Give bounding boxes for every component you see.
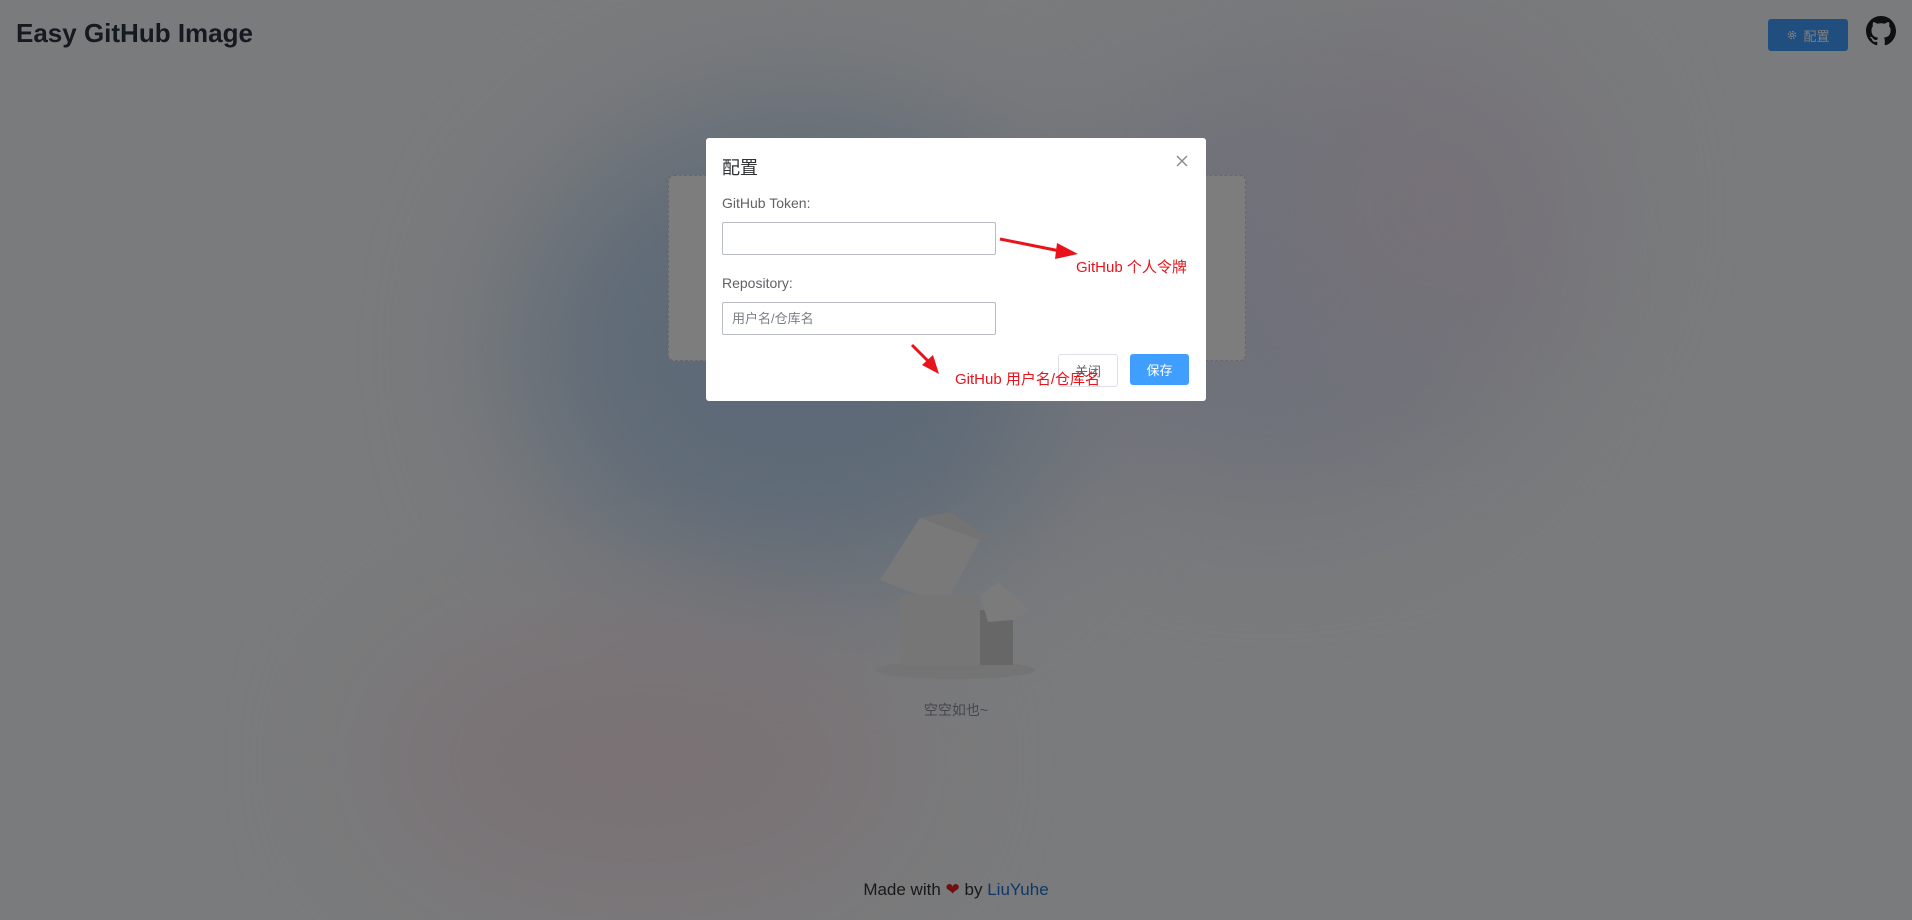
annotation-repo-note: GitHub 用户名/仓库名 (955, 371, 1101, 388)
dialog-title: 配置 (722, 158, 758, 178)
save-button[interactable]: 保存 (1130, 354, 1189, 385)
token-label: GitHub Token: (722, 195, 811, 211)
repository-label: Repository: (722, 275, 793, 291)
close-icon[interactable] (1173, 152, 1191, 170)
annotation-token-note: GitHub 个人令牌 (1076, 259, 1187, 276)
token-input[interactable] (722, 222, 996, 255)
repository-input[interactable] (722, 302, 996, 335)
